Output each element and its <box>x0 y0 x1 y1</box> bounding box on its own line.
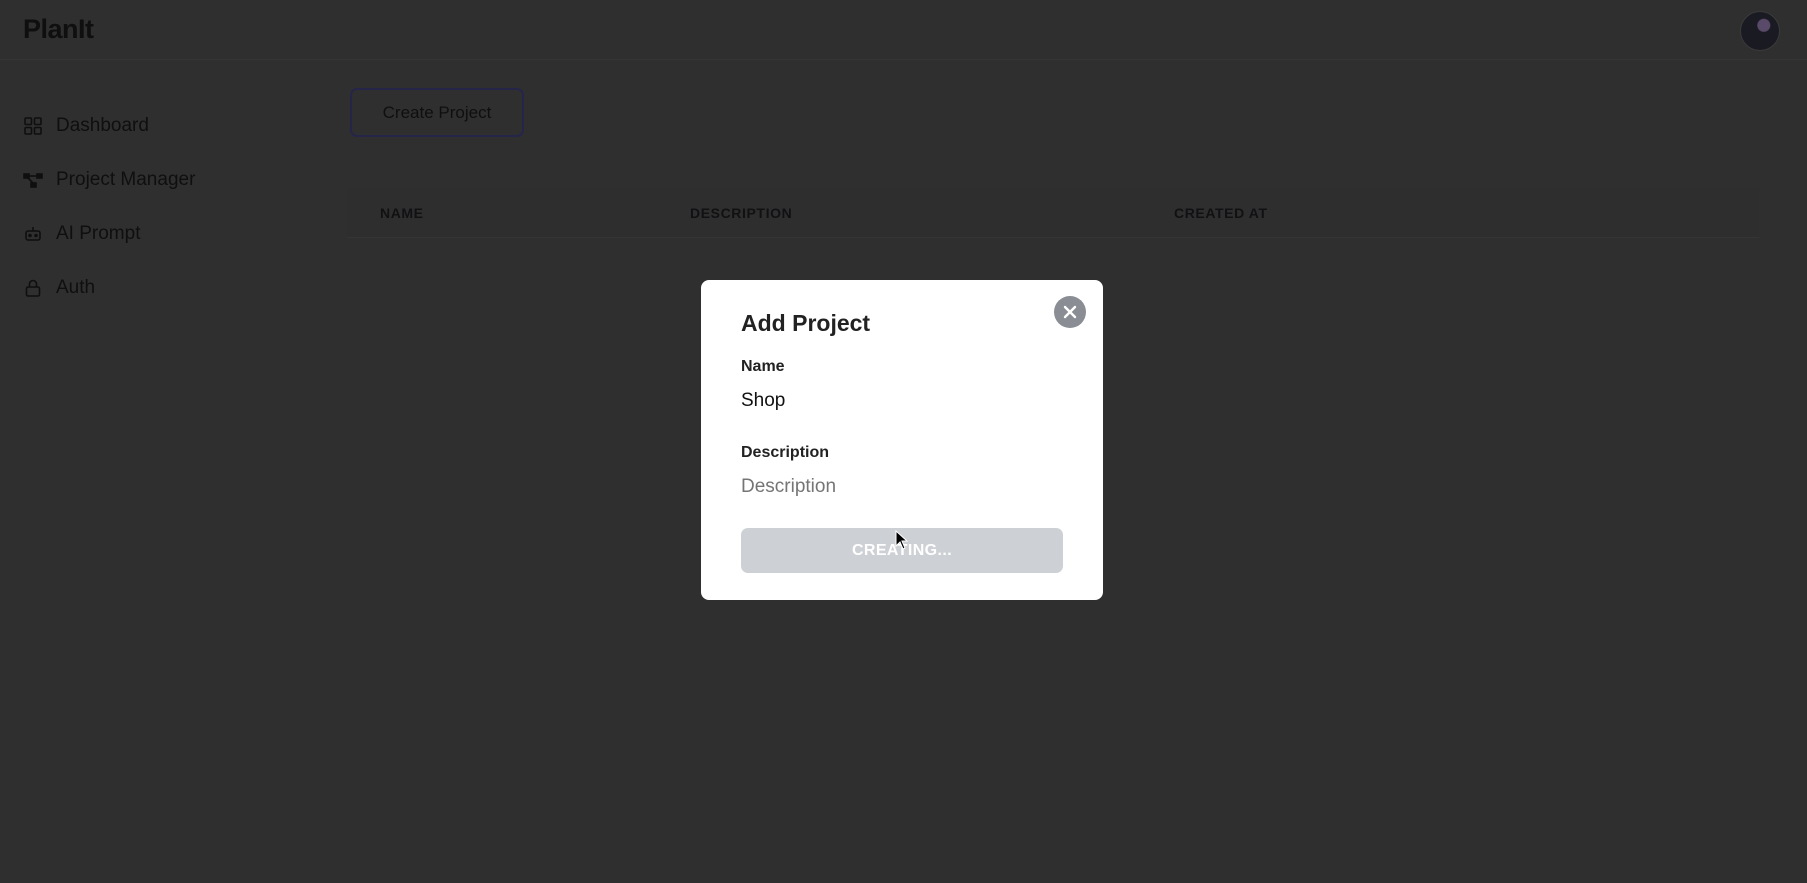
column-header-created-at[interactable]: CREATED AT <box>1174 205 1268 221</box>
description-label: Description <box>741 444 830 461</box>
close-button[interactable] <box>1054 296 1086 328</box>
description-input[interactable] <box>741 476 1061 498</box>
nodes-icon <box>23 170 43 190</box>
add-project-modal: Add Project Name Description CREATING... <box>701 280 1103 600</box>
create-project-button[interactable]: Create Project <box>350 88 524 137</box>
column-header-description[interactable]: DESCRIPTION <box>690 205 792 221</box>
sidebar-item-ai-prompt[interactable]: AI Prompt <box>23 218 140 250</box>
grid-icon <box>23 116 43 136</box>
sidebar: Dashboard Project Manager AI Prompt Auth <box>0 60 330 883</box>
table-header: NAME DESCRIPTION CREATED AT <box>347 188 1759 238</box>
lock-icon <box>23 278 43 298</box>
sidebar-item-label: Project Manager <box>56 169 196 190</box>
name-label: Name <box>741 358 785 375</box>
sidebar-item-dashboard[interactable]: Dashboard <box>23 110 149 142</box>
app-root: PlanIt Dashboard Project Manager AI Prom… <box>0 0 1807 883</box>
sidebar-item-label: Auth <box>56 277 96 298</box>
mouse-cursor-icon <box>895 529 909 550</box>
column-header-name[interactable]: NAME <box>380 205 424 221</box>
name-input[interactable] <box>741 390 1061 412</box>
user-avatar[interactable] <box>1740 11 1780 51</box>
app-logo[interactable]: PlanIt <box>23 14 94 45</box>
modal-title: Add Project <box>741 310 871 336</box>
sidebar-item-label: AI Prompt <box>56 223 141 244</box>
sidebar-item-project-manager[interactable]: Project Manager <box>23 164 195 196</box>
sidebar-item-auth[interactable]: Auth <box>23 272 95 304</box>
robot-icon <box>23 224 43 244</box>
sidebar-item-label: Dashboard <box>56 115 149 136</box>
top-header: PlanIt <box>0 0 1807 60</box>
close-icon <box>1062 304 1078 320</box>
